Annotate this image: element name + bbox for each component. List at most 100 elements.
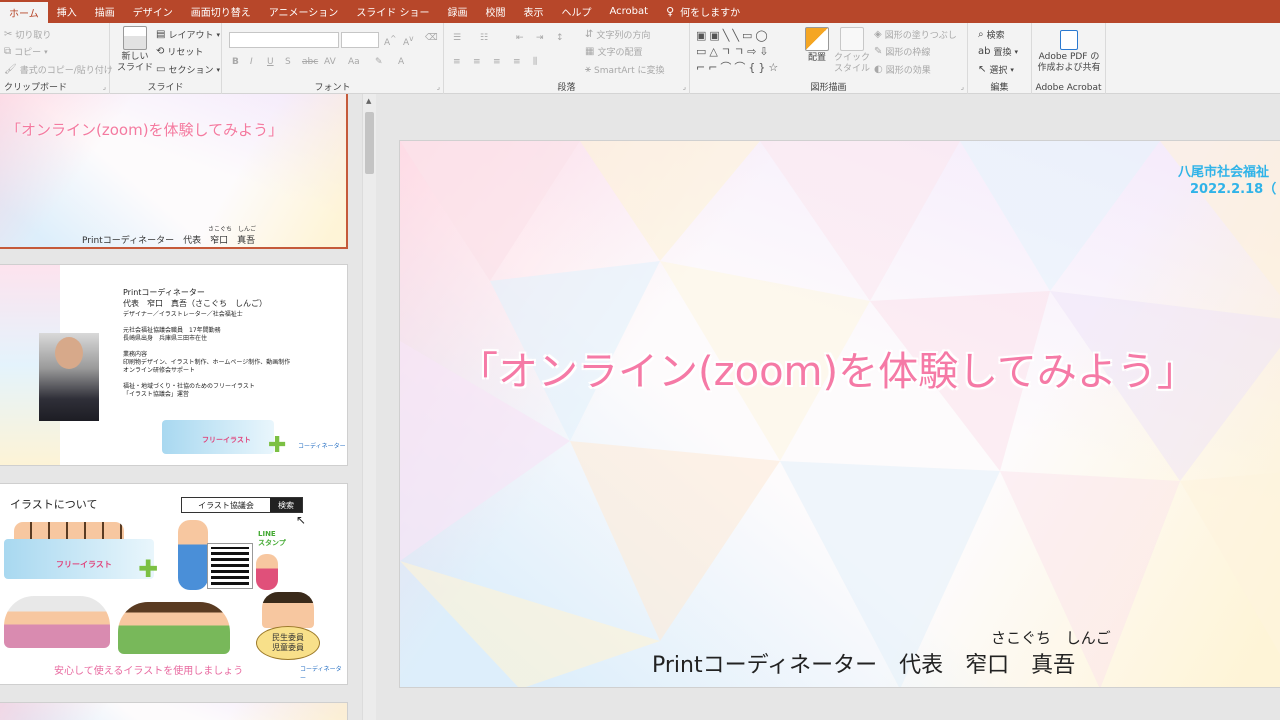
bullets-icon[interactable]: ☰ [453, 33, 461, 43]
align-left-icon[interactable]: ≡ [453, 57, 461, 67]
find-label: 検索 [986, 31, 1005, 41]
select-label: 選択 [989, 66, 1008, 76]
spacing-icon[interactable]: AV [324, 57, 336, 67]
new-slide-button[interactable]: 新しい スライド [116, 26, 154, 74]
shadow-icon[interactable]: S [285, 57, 291, 67]
increase-font-icon[interactable]: A^ [384, 34, 396, 48]
layout-button[interactable]: ▤ レイアウト ▾ [156, 28, 220, 41]
shape-outline-button[interactable]: ✎ 図形の枠線 [874, 45, 930, 58]
section-button[interactable]: ▭ セクション ▾ [156, 63, 220, 76]
tab-insert[interactable]: 挿入 [48, 0, 86, 23]
shape-fill-label: 図形の塗りつぶし [884, 31, 957, 41]
text-direction-button[interactable]: ⇵ 文字列の方向 [585, 28, 650, 41]
bold-icon[interactable]: B [232, 57, 239, 67]
tab-transitions[interactable]: 画面切り替え [182, 0, 260, 23]
line-spacing-icon[interactable]: ↕ [556, 33, 564, 43]
dialog-launcher-icon[interactable]: ⌟ [437, 83, 440, 91]
tab-review[interactable]: 校閲 [477, 0, 515, 23]
shape-effects-button[interactable]: ◐ 図形の効果 [874, 63, 931, 76]
thumb3-badge: 民生委員 児童委員 [256, 626, 320, 660]
tab-acrobat[interactable]: Acrobat [601, 0, 658, 23]
dialog-launcher-icon[interactable]: ⌟ [683, 83, 686, 91]
font-color-icon[interactable]: A [398, 57, 404, 67]
slide-thumbnail-4[interactable] [0, 702, 348, 720]
quick-styles-button[interactable]: クイック スタイル [834, 27, 870, 75]
tab-home[interactable]: ホーム [0, 2, 48, 23]
arrange-button[interactable]: 配置 [802, 27, 832, 64]
tab-design[interactable]: デザイン [124, 0, 182, 23]
columns-icon[interactable]: ⫼ [533, 57, 537, 67]
cursor-icon: ↖ [978, 64, 987, 75]
dialog-launcher-icon[interactable]: ⌟ [103, 83, 106, 91]
reset-button[interactable]: ⟲ リセット [156, 45, 203, 58]
justify-icon[interactable]: ≡ [513, 57, 521, 67]
person-illustration-icon [178, 520, 208, 590]
slide-thumbnail-3[interactable]: イラストについて イラスト協議会 検索 ↖ フリーイラスト ✚ LINE スタン… [0, 483, 348, 685]
tab-record[interactable]: 録画 [439, 0, 477, 23]
cursor-icon: ↖ [296, 513, 307, 527]
text-direction-label: 文字列の方向 [596, 31, 651, 41]
decrease-indent-icon[interactable]: ⇤ [516, 33, 524, 43]
tab-help[interactable]: ヘルプ [553, 0, 601, 23]
scroll-up-icon[interactable]: ▲ [366, 97, 371, 105]
thumbnail-scrollbar[interactable]: ▲ [362, 94, 376, 720]
increase-indent-icon[interactable]: ⇥ [536, 33, 544, 43]
thumb2-banner-text: フリーイラスト [202, 436, 251, 444]
tell-me-search[interactable]: ♀ 何をしますか [657, 0, 749, 23]
shape-fill-button[interactable]: ◈ 図形の塗りつぶし [874, 28, 957, 41]
underline-icon[interactable]: U [267, 57, 274, 67]
numbering-icon[interactable]: ☷ [480, 33, 488, 43]
align-right-icon[interactable]: ≡ [493, 57, 501, 67]
thumb3-banner-text: フリーイラスト [56, 560, 112, 569]
select-button[interactable]: ↖ 選択 ▾ [978, 63, 1014, 76]
find-button[interactable]: ⌕ 検索 [978, 28, 1005, 41]
scrollbar-thumb[interactable] [365, 112, 374, 174]
scissors-icon: ✂ [4, 29, 13, 40]
thumb1-ruby: さこぐち しんご [208, 226, 257, 233]
align-text-button[interactable]: ▦ 文字の配置 [585, 45, 642, 58]
dialog-launcher-icon[interactable]: ⌟ [961, 83, 964, 91]
slide-canvas[interactable]: 八尾市社会福祉 2022.2.18（ 「オンライン(zoom)を体験してみよう」… [399, 140, 1280, 688]
change-case-icon[interactable]: Aa [348, 57, 360, 67]
group-clipboard: ✂ 切り取り ⧉ コピー ▾ 🖌 書式のコピー/貼り付け クリップボード ⌟ [0, 23, 113, 94]
new-slide-label: 新しい スライド [116, 52, 153, 73]
thumb1-title: 「オンライン(zoom)を体験してみよう」 [6, 121, 284, 139]
thumb3-search-button: 検索 [270, 498, 302, 512]
thumb2-profile-line: 「イラスト協議会」運営 [123, 391, 189, 398]
tab-animations[interactable]: アニメーション [260, 0, 348, 23]
group-label-drawing: 図形描画 [810, 83, 847, 93]
cut-button[interactable]: ✂ 切り取り [4, 28, 51, 41]
volunteer-illustration-icon [262, 592, 314, 628]
thumb2-illust-banner: フリーイラスト [162, 420, 274, 454]
slide-thumbnail-1[interactable]: 「オンライン(zoom)を体験してみよう」 さこぐち しんご Printコーディ… [0, 94, 348, 249]
shapes-gallery[interactable]: ▣▣╲╲▭◯ ▭△ㄱㄱ⇨⇩ ⌐⌐⌒⌒{}☆ [696, 28, 792, 76]
font-name-input[interactable] [229, 32, 339, 48]
highlight-icon[interactable]: ✎ [375, 57, 383, 67]
slide-thumbnail-pane: 「オンライン(zoom)を体験してみよう」 さこぐち しんご Printコーディ… [0, 94, 362, 720]
slide-thumbnail-2[interactable]: Printコーディネーター 代表 窄口 真吾（さこぐち しんご） デザイナー／イラス… [0, 264, 348, 466]
thumb3-logo: コーディネーター [300, 666, 342, 682]
decrease-font-icon[interactable]: Av [403, 34, 414, 48]
people-illustration-icon [14, 522, 124, 540]
format-painter-button[interactable]: 🖌 書式のコピー/貼り付け [4, 63, 113, 76]
slide-name-ruby: さこぐち しんご [991, 629, 1111, 647]
layout-icon: ▤ [156, 29, 166, 40]
font-size-input[interactable] [341, 32, 379, 48]
strikethrough-icon[interactable]: abc [302, 57, 318, 67]
pen-icon: ✎ [874, 46, 883, 57]
arrange-label: 配置 [807, 53, 826, 63]
tab-slideshow[interactable]: スライド ショー [347, 0, 438, 23]
tab-view[interactable]: 表示 [515, 0, 553, 23]
text-direction-icon: ⇵ [585, 29, 594, 40]
clear-format-icon[interactable]: ⌫ [425, 33, 438, 43]
italic-icon[interactable]: I [250, 57, 253, 67]
tab-draw[interactable]: 描画 [86, 0, 124, 23]
copy-button[interactable]: ⧉ コピー ▾ [4, 45, 48, 58]
replace-button[interactable]: ab 置換 ▾ [978, 45, 1018, 58]
smartart-button[interactable]: ⚹ SmartArt に変換 [585, 63, 664, 76]
effects-icon: ◐ [874, 64, 883, 75]
align-center-icon[interactable]: ≡ [473, 57, 481, 67]
lightbulb-icon: ♀ [666, 5, 675, 18]
paintbrush-icon: 🖌 [4, 64, 17, 75]
create-pdf-button[interactable]: Adobe PDF の 作成および共有 [1034, 30, 1104, 74]
